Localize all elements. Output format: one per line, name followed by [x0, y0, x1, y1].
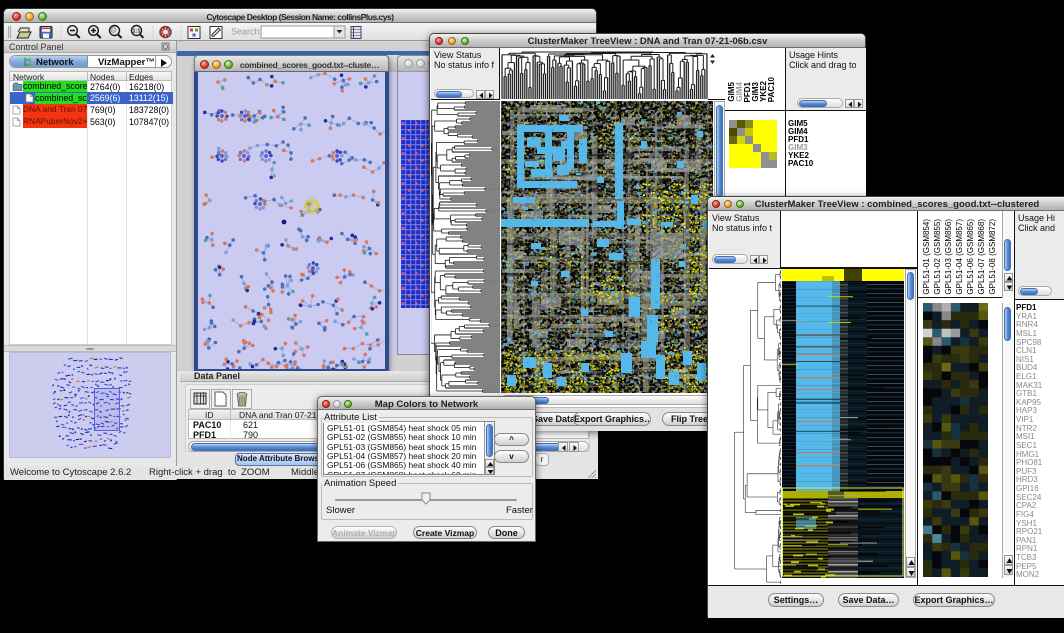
svg-text:1:1: 1:1 [133, 29, 141, 35]
svg-text:Search:: Search: [231, 27, 262, 37]
